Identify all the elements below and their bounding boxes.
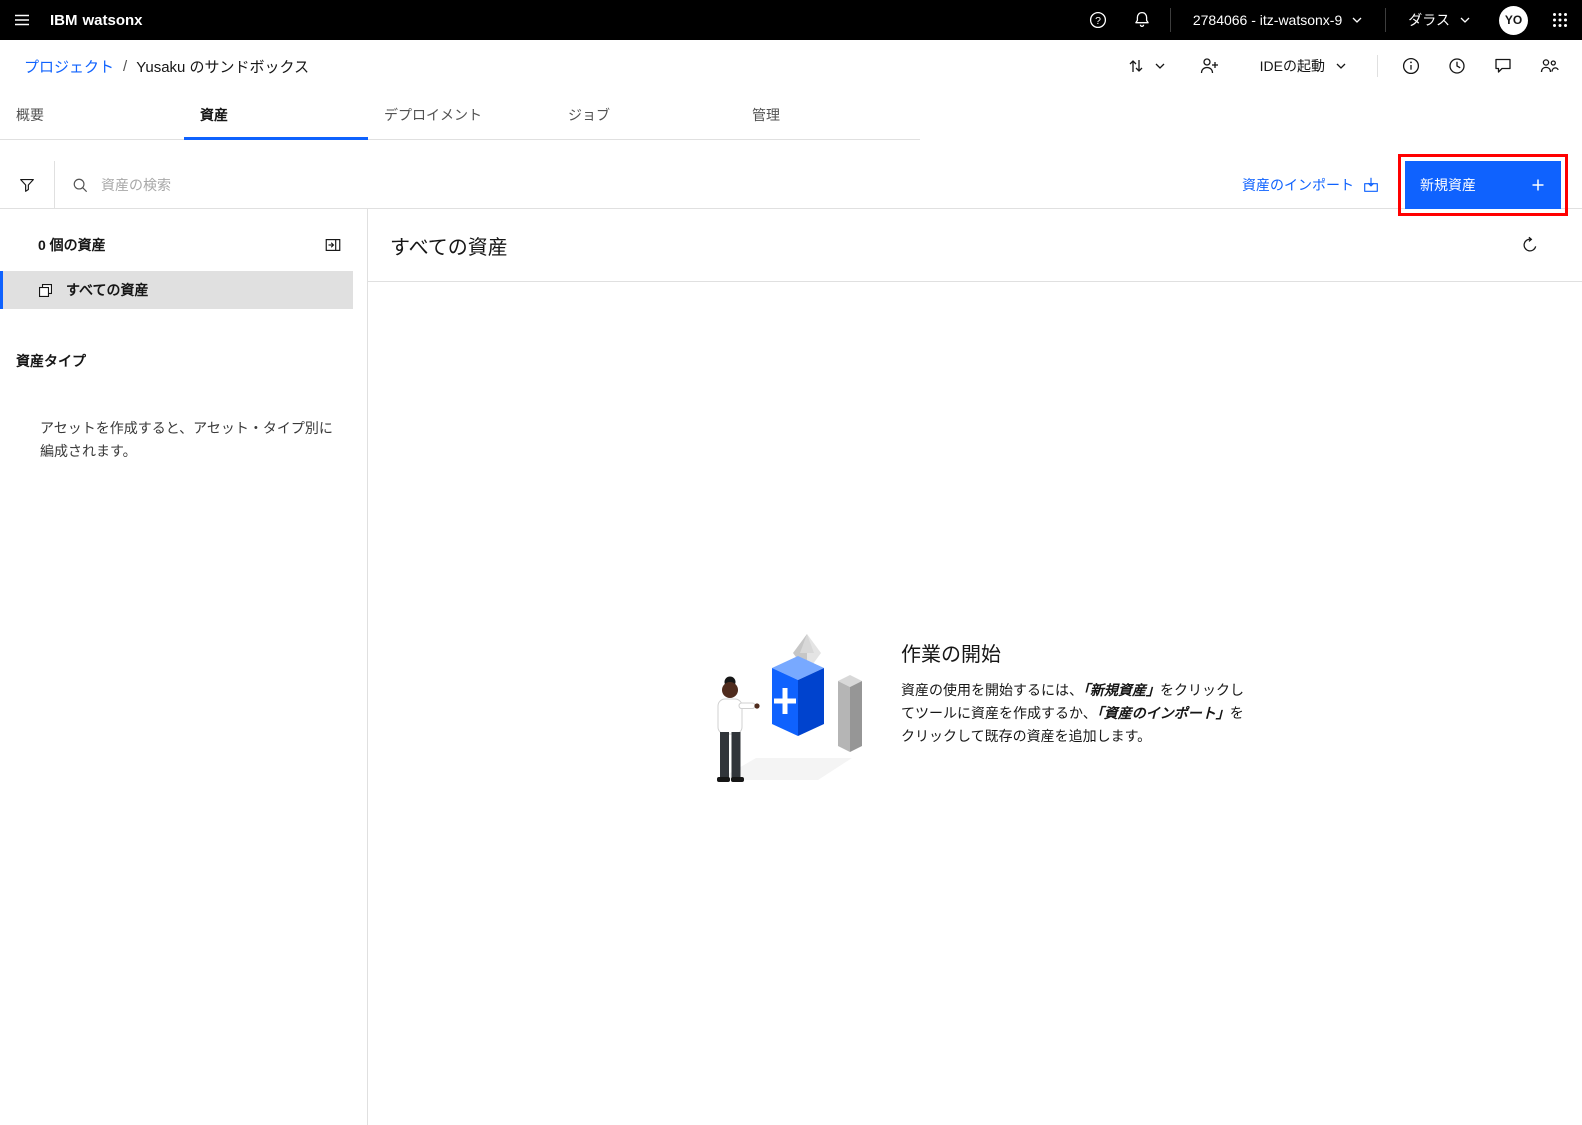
help-button[interactable]: ? bbox=[1076, 0, 1120, 40]
empty-state-title: 作業の開始 bbox=[901, 644, 1001, 666]
breadcrumb-separator: / bbox=[123, 57, 128, 75]
asset-count: 0 個の資産 bbox=[38, 237, 106, 253]
region-switcher[interactable]: ダラス bbox=[1392, 0, 1487, 40]
panel-expand-icon bbox=[325, 239, 341, 251]
tab-deployments[interactable]: デプロイメント bbox=[368, 92, 552, 140]
comments-button[interactable] bbox=[1480, 43, 1526, 89]
top-header-bar: IBM watsonx ? 2784066 - itz-watsonx-9 ダラ… bbox=[0, 0, 1582, 40]
breadcrumb-bar: プロジェクト / Yusaku のサンドボックス IDEの起動 bbox=[0, 40, 1582, 92]
watsonx-app: IBM watsonx ? 2784066 - itz-watsonx-9 ダラ… bbox=[0, 0, 1582, 1125]
empty-body-import-ref: 「資産のインポート」 bbox=[1096, 705, 1230, 722]
launch-ide-button[interactable]: IDEの起動 bbox=[1246, 43, 1361, 89]
region-label: ダラス bbox=[1408, 12, 1450, 28]
asset-type-heading: 資産タイプ bbox=[16, 353, 86, 369]
help-icon: ? bbox=[1089, 11, 1106, 29]
annotation-highlight: 新規資産 bbox=[1398, 153, 1568, 216]
tab-overview[interactable]: 概要 bbox=[0, 92, 184, 140]
info-icon bbox=[1402, 57, 1420, 75]
asset-search bbox=[55, 160, 1242, 209]
all-assets-icon bbox=[38, 283, 53, 297]
topbar-divider bbox=[1169, 8, 1171, 32]
search-icon bbox=[73, 178, 88, 192]
import-assets-link[interactable]: 資産のインポート bbox=[1242, 175, 1380, 195]
sort-swap-button[interactable] bbox=[1114, 43, 1178, 89]
app-switcher-button[interactable] bbox=[1538, 0, 1582, 40]
avatar[interactable]: YO bbox=[1499, 5, 1528, 35]
tab-jobs[interactable]: ジョブ bbox=[552, 92, 736, 140]
content-area: 0 個の資産 すべての資産 資産タイプ アセットを作成すると、アセット・タイプ別 bbox=[0, 209, 1582, 1125]
filter-icon bbox=[20, 178, 34, 192]
notifications-button[interactable] bbox=[1120, 0, 1164, 40]
empty-body-new-asset-ref: 「新規資産」 bbox=[1083, 682, 1160, 698]
empty-state-illustration bbox=[717, 634, 862, 782]
plus-icon bbox=[1532, 179, 1544, 190]
add-user-icon bbox=[1200, 58, 1218, 74]
import-assets-label: 資産のインポート bbox=[1242, 176, 1354, 193]
empty-state: 作業の開始 資産の使用を開始するには、「新規資産」をクリックしてツールに資産を作… bbox=[368, 628, 1582, 793]
assets-panel-header: すべての資産 bbox=[368, 209, 1582, 282]
app-switcher-icon bbox=[1553, 13, 1567, 27]
account-label: 2784066 - itz-watsonx-9 bbox=[1192, 12, 1343, 28]
sort-swap-icon bbox=[1129, 60, 1143, 72]
asset-sidebar: 0 個の資産 すべての資産 資産タイプ アセットを作成すると、アセット・タイプ別 bbox=[0, 209, 368, 1125]
tab-manage-label: 管理 bbox=[752, 106, 780, 123]
tab-assets[interactable]: 資産 bbox=[184, 92, 368, 140]
avatar-initials: YO bbox=[1504, 13, 1523, 27]
tab-assets-label: 資産 bbox=[200, 106, 228, 123]
add-collaborator-button[interactable] bbox=[1186, 43, 1232, 89]
tab-deployments-label: デプロイメント bbox=[384, 106, 482, 123]
recent-history-icon bbox=[1449, 58, 1465, 74]
recent-history-button[interactable] bbox=[1434, 43, 1480, 89]
notification-bell-icon bbox=[1135, 11, 1149, 27]
empty-state-text: 作業の開始 資産の使用を開始するには、「新規資産」をクリックしてツールに資産を作… bbox=[901, 638, 1245, 748]
tab-manage[interactable]: 管理 bbox=[736, 92, 920, 140]
collaborators-button[interactable] bbox=[1526, 43, 1572, 89]
breadcrumb-current: Yusaku のサンドボックス bbox=[136, 58, 310, 76]
brand-name: watsonx bbox=[82, 11, 143, 29]
refresh-icon bbox=[1523, 236, 1537, 252]
chevron-down-icon bbox=[1352, 17, 1362, 23]
launch-ide-label: IDEの起動 bbox=[1259, 58, 1325, 74]
collaborators-icon bbox=[1540, 59, 1559, 73]
assets-panel-title: すべての資産 bbox=[390, 236, 508, 259]
empty-body-segment: 資産の使用を開始するには、 bbox=[901, 682, 1083, 698]
hamburger-menu-icon bbox=[15, 14, 29, 26]
sidebar-item-all-assets[interactable]: すべての資産 bbox=[0, 271, 353, 309]
all-assets-label: すべての資産 bbox=[66, 282, 149, 298]
svg-text:?: ? bbox=[1095, 15, 1101, 27]
tab-overview-label: 概要 bbox=[16, 106, 44, 123]
project-tabs: 概要 資産 デプロイメント ジョブ 管理 bbox=[0, 92, 920, 140]
asset-toolbar: 資産のインポート 新規資産 bbox=[0, 153, 1582, 216]
breadcrumb-project-link[interactable]: プロジェクト bbox=[24, 56, 114, 77]
collapse-panel-button[interactable] bbox=[321, 233, 345, 257]
info-button[interactable] bbox=[1388, 43, 1434, 89]
empty-state-body: 資産の使用を開始するには、「新規資産」をクリックしてツールに資産を作成するか、「… bbox=[901, 679, 1245, 748]
refresh-button[interactable] bbox=[1512, 227, 1548, 263]
project-actions: IDEの起動 bbox=[1114, 43, 1572, 89]
sidebar-header: 0 個の資産 bbox=[0, 233, 367, 257]
actions-divider bbox=[1377, 55, 1378, 77]
chevron-down-icon bbox=[1155, 63, 1165, 69]
import-icon bbox=[1364, 177, 1378, 192]
asset-search-input[interactable] bbox=[101, 160, 1242, 209]
toolbar-right: 資産のインポート 新規資産 bbox=[1242, 153, 1568, 216]
assets-main-panel: すべての資産 作業の開始 資産の使用を開始するには、「新規資産」をクリックしてツ… bbox=[368, 209, 1582, 1125]
hamburger-menu-button[interactable] bbox=[0, 0, 44, 40]
chevron-down-icon bbox=[1336, 63, 1346, 69]
new-asset-button[interactable]: 新規資産 bbox=[1405, 160, 1561, 209]
new-asset-label: 新規資産 bbox=[1420, 176, 1476, 193]
chat-icon bbox=[1495, 58, 1511, 73]
brand-prefix: IBM bbox=[50, 11, 78, 29]
chevron-down-icon bbox=[1460, 17, 1470, 23]
topbar-divider bbox=[1385, 8, 1387, 32]
tab-jobs-label: ジョブ bbox=[568, 106, 610, 123]
filter-button[interactable] bbox=[0, 161, 54, 209]
asset-type-hint: アセットを作成すると、アセット・タイプ別に編成されます。 bbox=[40, 420, 333, 460]
brand-logo[interactable]: IBM watsonx bbox=[50, 12, 143, 29]
account-switcher[interactable]: 2784066 - itz-watsonx-9 bbox=[1177, 0, 1379, 40]
topbar-actions: ? 2784066 - itz-watsonx-9 ダラス YO bbox=[1076, 0, 1582, 40]
